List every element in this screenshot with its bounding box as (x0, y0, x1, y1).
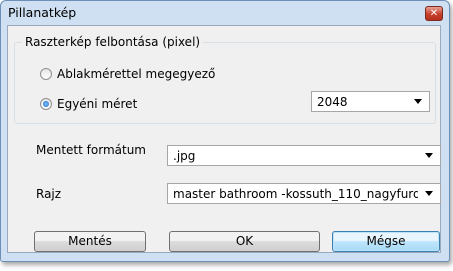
window-title: Pillanatkép (8, 5, 77, 20)
custom-size-dropdown[interactable]: 2048 (311, 91, 430, 112)
format-dropdown[interactable]: .jpg (167, 145, 441, 166)
resolution-group-legend: Raszterkép felbontása (pixel) (22, 35, 204, 49)
radio-custom-size-label: Egyéni méret (57, 97, 138, 111)
close-icon: ✕ (429, 8, 439, 19)
save-button[interactable]: Mentés (34, 231, 146, 252)
chevron-down-icon (425, 191, 433, 196)
drawing-value: master bathroom -kossuth_110_nagyfurdő (173, 187, 418, 201)
chevron-down-icon (414, 99, 422, 104)
cancel-button-label: Mégse (366, 234, 406, 248)
radio-custom-size-indicator[interactable] (40, 98, 52, 110)
drawing-dropdown[interactable]: master bathroom -kossuth_110_nagyfurdő (167, 183, 441, 204)
title-bar[interactable]: Pillanatkép ✕ (1, 1, 449, 25)
ok-button[interactable]: OK (169, 231, 320, 252)
save-button-label: Mentés (68, 234, 112, 248)
custom-size-value: 2048 (317, 95, 348, 109)
format-label: Mentett formátum (36, 143, 146, 157)
radio-window-size-label: Ablakmérettel megegyező (57, 67, 216, 81)
cancel-button[interactable]: Mégse (332, 231, 440, 252)
format-value: .jpg (173, 149, 196, 163)
radio-window-size-indicator[interactable] (40, 68, 52, 80)
close-button[interactable]: ✕ (425, 6, 443, 21)
radio-window-size[interactable]: Ablakmérettel megegyező (40, 67, 215, 81)
chevron-down-icon (425, 153, 433, 158)
ok-button-label: OK (235, 234, 254, 248)
radio-custom-size[interactable]: Egyéni méret (40, 97, 137, 111)
drawing-label: Rajz (36, 187, 62, 201)
